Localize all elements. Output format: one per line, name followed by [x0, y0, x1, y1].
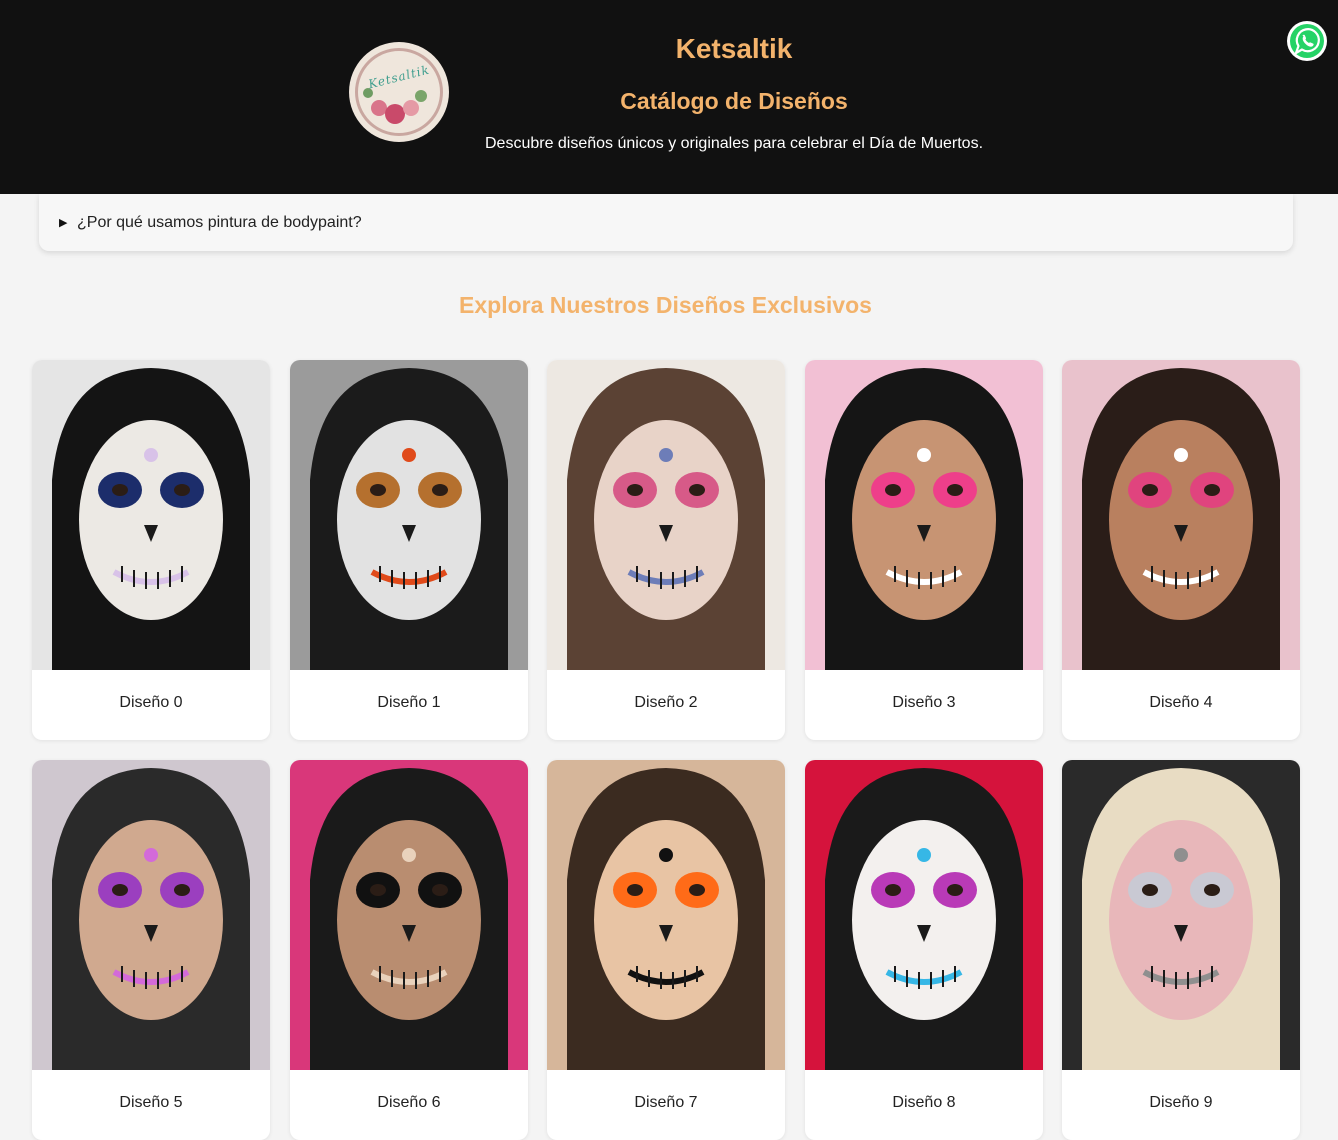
whatsapp-icon — [1290, 24, 1324, 58]
design-label: Diseño 2 — [634, 694, 698, 711]
design-photo[interactable] — [290, 760, 528, 1070]
design-card[interactable]: Diseño 8 — [805, 760, 1043, 1140]
design-card[interactable]: Diseño 2 — [547, 360, 785, 740]
design-photo[interactable] — [1062, 760, 1300, 1070]
design-photo[interactable] — [32, 360, 270, 670]
triangle-right-icon: ▶ — [59, 217, 68, 229]
design-label: Diseño 4 — [1149, 694, 1213, 711]
design-card[interactable]: Diseño 3 — [805, 360, 1043, 740]
page-subtitle: Catálogo de Diseños — [620, 88, 848, 114]
design-photo[interactable] — [547, 360, 785, 670]
design-photo[interactable] — [32, 760, 270, 1070]
design-card[interactable]: Diseño 0 — [32, 360, 270, 740]
whatsapp-button[interactable] — [1287, 21, 1327, 61]
faq-summary: ¿Por qué usamos pintura de bodypaint? — [77, 214, 362, 231]
design-card[interactable]: Diseño 9 — [1062, 760, 1300, 1140]
design-label: Diseño 8 — [892, 1094, 956, 1111]
design-photo[interactable] — [805, 360, 1043, 670]
design-photo[interactable] — [1062, 360, 1300, 670]
design-label: Diseño 1 — [377, 694, 441, 711]
design-label: Diseño 9 — [1149, 1094, 1213, 1111]
design-card[interactable]: Diseño 1 — [290, 360, 528, 740]
logo-flower — [403, 100, 419, 116]
ketsaltik-logo[interactable]: Ketsaltik — [349, 42, 449, 142]
logo-leaf — [415, 90, 427, 102]
faq-details[interactable]: ▶ ¿Por qué usamos pintura de bodypaint? — [39, 194, 1293, 251]
design-photo[interactable] — [547, 760, 785, 1070]
design-card[interactable]: Diseño 7 — [547, 760, 785, 1140]
design-card[interactable]: Diseño 6 — [290, 760, 528, 1140]
design-label: Diseño 5 — [119, 1094, 183, 1111]
design-card[interactable]: Diseño 4 — [1062, 360, 1300, 740]
design-label: Diseño 6 — [377, 1094, 441, 1111]
design-label: Diseño 3 — [892, 694, 956, 711]
design-label: Diseño 0 — [119, 694, 183, 711]
logo-flower — [385, 104, 405, 124]
design-label: Diseño 7 — [634, 1094, 698, 1111]
design-photo[interactable] — [805, 760, 1043, 1070]
design-photo[interactable] — [290, 360, 528, 670]
gallery-title: Explora Nuestros Diseños Exclusivos — [459, 292, 872, 318]
page-description: Descubre diseños únicos y originales par… — [484, 135, 984, 152]
site-title: Ketsaltik — [675, 33, 793, 64]
design-card[interactable]: Diseño 5 — [32, 760, 270, 1140]
site-header: Ketsaltik Ketsaltik Catálogo de Diseños … — [0, 0, 1338, 194]
